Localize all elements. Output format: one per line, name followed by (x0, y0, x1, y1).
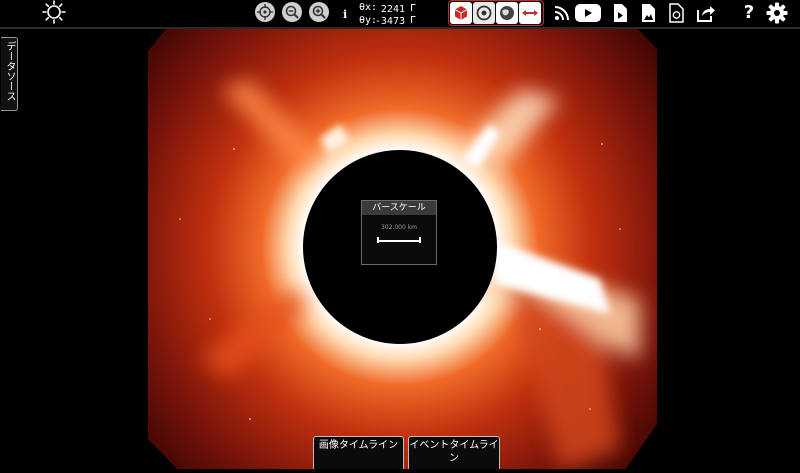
center-view-button[interactable] (255, 2, 275, 22)
youtube-icon[interactable] (574, 1, 602, 25)
cube-3d-icon (454, 6, 468, 20)
mode-disk-button[interactable] (473, 2, 495, 24)
bar-scale-widget[interactable]: バースケール 302,000 km (361, 200, 437, 265)
mode-3d-button[interactable] (450, 2, 472, 24)
distance-measure-icon (522, 10, 538, 16)
movie-file-icon[interactable] (608, 1, 632, 25)
zoom-out-icon (285, 5, 299, 19)
event-timeline-button[interactable]: イベントタイムライン (408, 436, 500, 469)
help-icon[interactable]: ? (737, 1, 761, 25)
sphere-view-icon (500, 6, 514, 20)
coord-x-unit: Γ (410, 3, 417, 14)
disk-view-icon (476, 5, 492, 21)
coord-y-unit: Γ (410, 15, 417, 26)
image-timeline-button[interactable]: 画像タイムライン (313, 436, 404, 469)
mode-distance-button[interactable] (519, 2, 541, 24)
bar-scale-title: バースケール (362, 201, 436, 215)
coord-y-value: -3473 (374, 16, 405, 27)
zoom-out-button[interactable] (282, 2, 302, 22)
data-source-tab-label: データソース (4, 41, 15, 101)
settings-gear-icon[interactable] (765, 1, 789, 25)
bar-scale-distance: 302,000 km (380, 224, 418, 231)
bar-scale-bar (377, 237, 421, 243)
view-mode-group (448, 0, 544, 26)
coord-x-label: θx: (359, 2, 378, 13)
mode-sphere-button[interactable] (496, 2, 518, 24)
info-icon[interactable]: i (343, 8, 347, 21)
data-source-tab[interactable]: データソース (1, 37, 18, 111)
top-toolbar: i θx: 2241 Γ θy: -3473 Γ ? (0, 0, 800, 29)
helioviewer-sun-logo-icon[interactable] (42, 0, 66, 24)
zoom-in-icon (312, 5, 326, 19)
jhelioviewer-icon[interactable] (664, 1, 688, 25)
coord-x-value: 2241 (380, 4, 405, 15)
rss-icon[interactable] (550, 1, 574, 25)
crosshair-center-icon (257, 4, 273, 20)
image-file-icon[interactable] (636, 1, 660, 25)
share-icon[interactable] (694, 1, 718, 25)
zoom-in-button[interactable] (309, 2, 329, 22)
